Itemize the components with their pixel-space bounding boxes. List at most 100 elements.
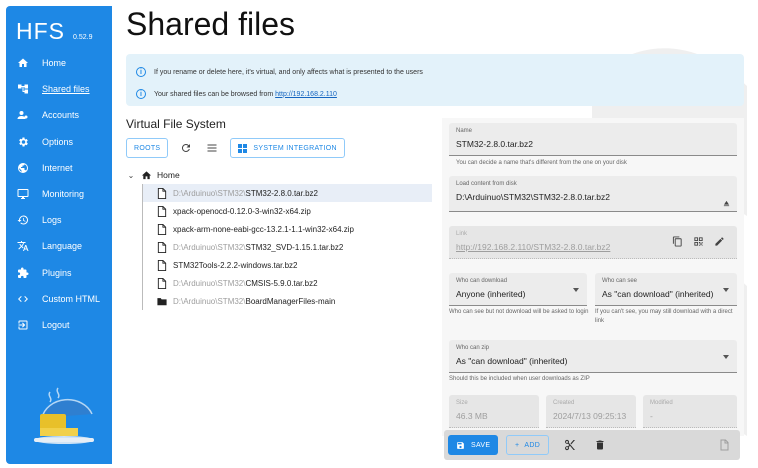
tree-item-file[interactable]: xpack-openocd-0.12.0-3-win32-x64.zip xyxy=(143,202,432,220)
accounts-icon xyxy=(16,109,29,122)
nav-item-options[interactable]: Options xyxy=(6,129,112,155)
name-input[interactable]: STM32-2.8.0.tar.bz2 xyxy=(456,139,533,149)
details-panel: Name STM32-2.8.0.tar.bz2 You can decide … xyxy=(442,118,744,436)
tree-item-label: D:\Arduinuo\STM32\STM32_SVD-1.15.1.tar.b… xyxy=(173,242,344,252)
vfs-toolbar: ROOTS SYSTEM INTEGRATION xyxy=(126,138,345,158)
nav-label: Internet xyxy=(42,162,73,173)
tree-item-label: xpack-openocd-0.12.0-3-win32-x64.zip xyxy=(173,206,311,216)
vfs-title: Virtual File System xyxy=(126,117,226,131)
nav-item-language[interactable]: Language xyxy=(6,233,112,259)
save-label: SAVE xyxy=(471,441,491,449)
system-integration-button[interactable]: SYSTEM INTEGRATION xyxy=(230,138,345,158)
file-icon xyxy=(718,438,730,456)
nav-item-logs[interactable]: Logs xyxy=(6,207,112,233)
monitor-icon xyxy=(16,188,29,201)
mascot-illustration xyxy=(34,387,94,444)
nav-item-accounts[interactable]: Accounts xyxy=(6,102,112,128)
file-icon xyxy=(157,205,167,217)
created-label: Created xyxy=(553,400,575,406)
tree-item-folder[interactable]: D:\Arduinuo\STM32\BoardManagerFiles-main xyxy=(143,292,432,310)
brand: HFS 0.52.9 xyxy=(16,18,92,45)
puzzle-icon xyxy=(16,266,29,279)
page-title: Shared files xyxy=(126,6,295,42)
created-value: 2024/7/13 09:25:13 xyxy=(553,411,627,421)
source-input[interactable]: D:\Arduinuo\STM32\STM32-2.8.0.tar.bz2 xyxy=(456,192,610,202)
can-zip-label: Who can zip xyxy=(456,345,490,351)
can-see-select[interactable]: Who can see As "can download" (inherited… xyxy=(595,273,737,306)
gear-icon xyxy=(16,135,29,148)
tree-item-label: D:\Arduinuo\STM32\CMSIS-5.9.0.tar.bz2 xyxy=(173,278,318,288)
modified-field: Modified - xyxy=(643,395,737,428)
tree-item-file[interactable]: D:\Arduinuo\STM32\CMSIS-5.9.0.tar.bz2 xyxy=(143,274,432,292)
info-icon: i xyxy=(136,89,146,99)
nav-item-internet[interactable]: Internet xyxy=(6,155,112,181)
add-label: ADD xyxy=(524,441,541,449)
windows-icon xyxy=(238,143,248,153)
home-icon xyxy=(16,57,29,70)
file-icon xyxy=(157,259,167,271)
nav-item-custom-html[interactable]: Custom HTML xyxy=(6,286,112,312)
tree-item-file[interactable]: xpack-arm-none-eabi-gcc-13.2.1-1.1-win32… xyxy=(143,220,432,238)
nav-label: Monitoring xyxy=(42,189,85,200)
nav-label: Logs xyxy=(42,215,62,226)
alert-prefix: Your shared files can be browsed from xyxy=(154,90,274,98)
save-button[interactable]: SAVE xyxy=(448,435,499,455)
code-icon xyxy=(16,292,29,305)
edit-icon[interactable] xyxy=(714,236,725,247)
copy-icon[interactable] xyxy=(672,236,683,247)
reload-icon[interactable] xyxy=(178,140,194,156)
name-label: Name xyxy=(456,128,473,134)
nav-label: Options xyxy=(42,136,74,147)
file-icon xyxy=(157,241,167,253)
delete-icon[interactable] xyxy=(594,438,606,456)
tree-items: D:\Arduinuo\STM32\STM32-2.8.0.tar.bz2 xp… xyxy=(142,184,432,310)
app-version: 0.52.9 xyxy=(73,34,93,41)
name-field[interactable]: Name STM32-2.8.0.tar.bz2 xyxy=(449,123,737,156)
nav-label: Accounts xyxy=(42,110,80,121)
alert-line-browse: i Your shared files can be browsed from … xyxy=(136,89,337,99)
chevron-down-icon[interactable]: ⌄ xyxy=(126,171,136,180)
translate-icon xyxy=(16,240,29,253)
tree-icon xyxy=(16,83,29,96)
action-bar: SAVE + ADD xyxy=(444,430,740,460)
add-button[interactable]: + ADD xyxy=(506,435,550,455)
link-actions xyxy=(672,236,725,247)
can-download-value: Anyone (inherited) xyxy=(456,289,526,299)
cut-icon[interactable] xyxy=(564,438,576,456)
tree-item-file[interactable]: D:\Arduinuo\STM32\STM32_SVD-1.15.1.tar.b… xyxy=(143,238,432,256)
tree-item-label: xpack-arm-none-eabi-gcc-13.2.1-1.1-win32… xyxy=(173,224,354,234)
qr-code-icon[interactable] xyxy=(693,236,704,247)
home-icon xyxy=(141,170,152,179)
source-field[interactable]: Load content from disk D:\Arduinuo\STM32… xyxy=(449,176,737,212)
roots-button[interactable]: ROOTS xyxy=(126,138,169,158)
plus-icon: + xyxy=(515,441,520,449)
nav-item-logout[interactable]: Logout xyxy=(6,312,112,338)
tree-root-home[interactable]: ⌄ Home xyxy=(126,168,432,182)
list-view-icon[interactable] xyxy=(204,140,220,156)
nav-item-plugins[interactable]: Plugins xyxy=(6,260,112,286)
browse-url-link[interactable]: http://192.168.2.110 xyxy=(275,91,337,98)
nav-item-monitoring[interactable]: Monitoring xyxy=(6,181,112,207)
size-label: Size xyxy=(456,400,468,406)
tree-item-file[interactable]: D:\Arduinuo\STM32\STM32-2.8.0.tar.bz2 xyxy=(143,184,432,202)
history-icon xyxy=(16,214,29,227)
eject-icon[interactable] xyxy=(722,195,731,213)
nav-menu: Home Shared files Accounts Options Inter… xyxy=(6,50,112,338)
info-alert: i If you rename or delete here, it's vir… xyxy=(126,54,744,106)
can-see-label: Who can see xyxy=(602,278,638,284)
size-field: Size 46.3 MB xyxy=(449,395,539,428)
globe-icon xyxy=(16,161,29,174)
nav-label: Plugins xyxy=(42,267,72,278)
chevron-down-icon xyxy=(723,355,729,359)
system-integration-label: SYSTEM INTEGRATION xyxy=(253,144,337,152)
nav-item-shared-files[interactable]: Shared files xyxy=(6,76,112,102)
main-content: Shared files i If you rename or delete h… xyxy=(112,6,752,464)
tree-item-file[interactable]: STM32Tools-2.2.2-windows.tar.bz2 xyxy=(143,256,432,274)
can-zip-select[interactable]: Who can zip As "can download" (inherited… xyxy=(449,340,737,373)
nav-item-home[interactable]: Home xyxy=(6,50,112,76)
folder-icon xyxy=(157,297,167,305)
modified-value: - xyxy=(650,411,653,421)
can-download-select[interactable]: Who can download Anyone (inherited) xyxy=(449,273,587,306)
tree-item-label: STM32Tools-2.2.2-windows.tar.bz2 xyxy=(173,260,298,270)
link-value[interactable]: http://192.168.2.110/STM32-2.8.0.tar.bz2 xyxy=(456,242,610,252)
